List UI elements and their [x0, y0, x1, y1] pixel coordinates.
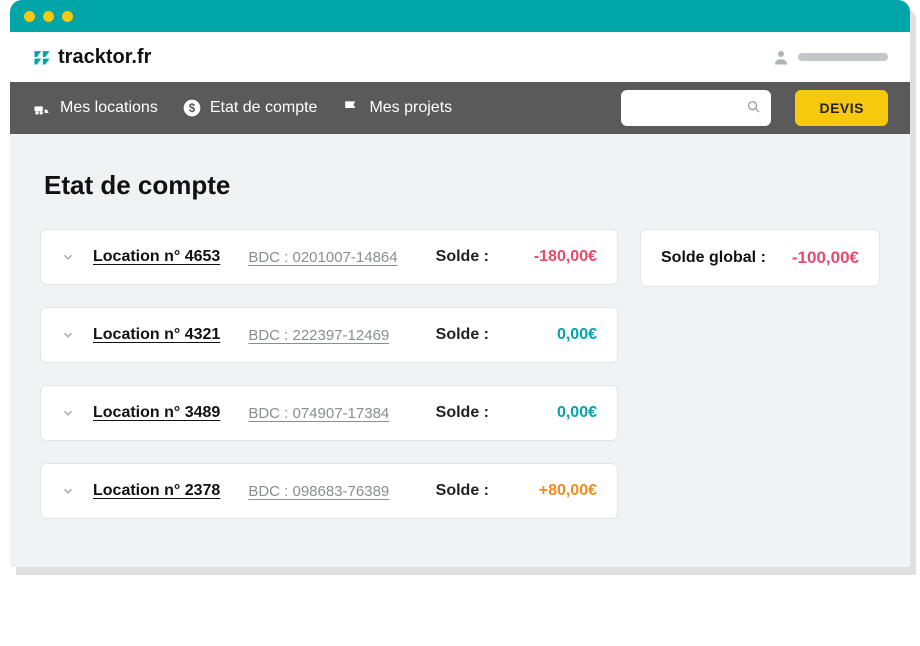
- nav-projets-label: Mes projets: [369, 99, 452, 117]
- location-row[interactable]: Location n° 4653 BDC : 0201007-14864 Sol…: [40, 229, 618, 285]
- location-name[interactable]: Location n° 4653: [93, 248, 220, 266]
- search-icon: [746, 99, 762, 117]
- bdc-ref[interactable]: BDC : 074907-17384: [248, 405, 389, 422]
- nav-compte-label: Etat de compte: [210, 99, 318, 117]
- search-box[interactable]: [621, 90, 771, 126]
- window-dot-max[interactable]: [62, 11, 73, 22]
- logo[interactable]: tracktor.fr: [32, 46, 151, 69]
- window-titlebar: [10, 0, 910, 32]
- location-row[interactable]: Location n° 3489 BDC : 074907-17384 Sold…: [40, 385, 618, 441]
- bdc-ref[interactable]: BDC : 222397-12469: [248, 327, 389, 344]
- bdc-ref[interactable]: BDC : 098683-76389: [248, 483, 389, 500]
- chevron-down-icon: [61, 328, 75, 342]
- nav-projets[interactable]: Mes projets: [341, 98, 452, 118]
- content-area: Etat de compte Location n° 4653 BDC : 02…: [10, 134, 910, 567]
- search-input[interactable]: [631, 100, 745, 116]
- global-balance-value: -100,00€: [792, 248, 859, 268]
- window-dot-min[interactable]: [43, 11, 54, 22]
- bulldozer-icon: [32, 98, 52, 118]
- locations-list: Location n° 4653 BDC : 0201007-14864 Sol…: [40, 229, 618, 519]
- chevron-down-icon: [61, 406, 75, 420]
- brand-text: tracktor.fr: [58, 46, 151, 69]
- devis-button[interactable]: DEVIS: [795, 90, 888, 126]
- svg-text:$: $: [189, 102, 196, 115]
- logo-icon: [32, 47, 52, 67]
- topbar: tracktor.fr: [10, 32, 910, 82]
- solde-value: 0,00€: [515, 326, 597, 344]
- location-row[interactable]: Location n° 2378 BDC : 098683-76389 Sold…: [40, 463, 618, 519]
- solde-label: Solde :: [436, 482, 489, 500]
- layout: Location n° 4653 BDC : 0201007-14864 Sol…: [40, 229, 880, 519]
- user-icon: [772, 48, 790, 66]
- profile-area[interactable]: [772, 48, 888, 66]
- app-window: tracktor.fr Mes locations $ Etat de comp…: [10, 0, 910, 567]
- page-title: Etat de compte: [44, 170, 880, 201]
- main-nav: Mes locations $ Etat de compte Mes proje…: [10, 82, 910, 134]
- solde-value: +80,00€: [515, 482, 597, 500]
- solde-label: Solde :: [436, 326, 489, 344]
- bdc-ref[interactable]: BDC : 0201007-14864: [248, 249, 397, 266]
- flag-icon: [341, 98, 361, 118]
- location-name[interactable]: Location n° 4321: [93, 326, 220, 344]
- solde-label: Solde :: [436, 248, 489, 266]
- dollar-circle-icon: $: [182, 98, 202, 118]
- window-dot-close[interactable]: [24, 11, 35, 22]
- location-name[interactable]: Location n° 2378: [93, 482, 220, 500]
- location-row[interactable]: Location n° 4321 BDC : 222397-12469 Sold…: [40, 307, 618, 363]
- solde-label: Solde :: [436, 404, 489, 422]
- nav-compte[interactable]: $ Etat de compte: [182, 98, 318, 118]
- location-name[interactable]: Location n° 3489: [93, 404, 220, 422]
- nav-locations[interactable]: Mes locations: [32, 98, 158, 118]
- chevron-down-icon: [61, 250, 75, 264]
- nav-locations-label: Mes locations: [60, 99, 158, 117]
- solde-value: 0,00€: [515, 404, 597, 422]
- solde-value: -180,00€: [515, 248, 597, 266]
- global-balance-card: Solde global : -100,00€: [640, 229, 880, 287]
- global-balance-label: Solde global :: [661, 249, 766, 267]
- chevron-down-icon: [61, 484, 75, 498]
- profile-placeholder: [798, 53, 888, 61]
